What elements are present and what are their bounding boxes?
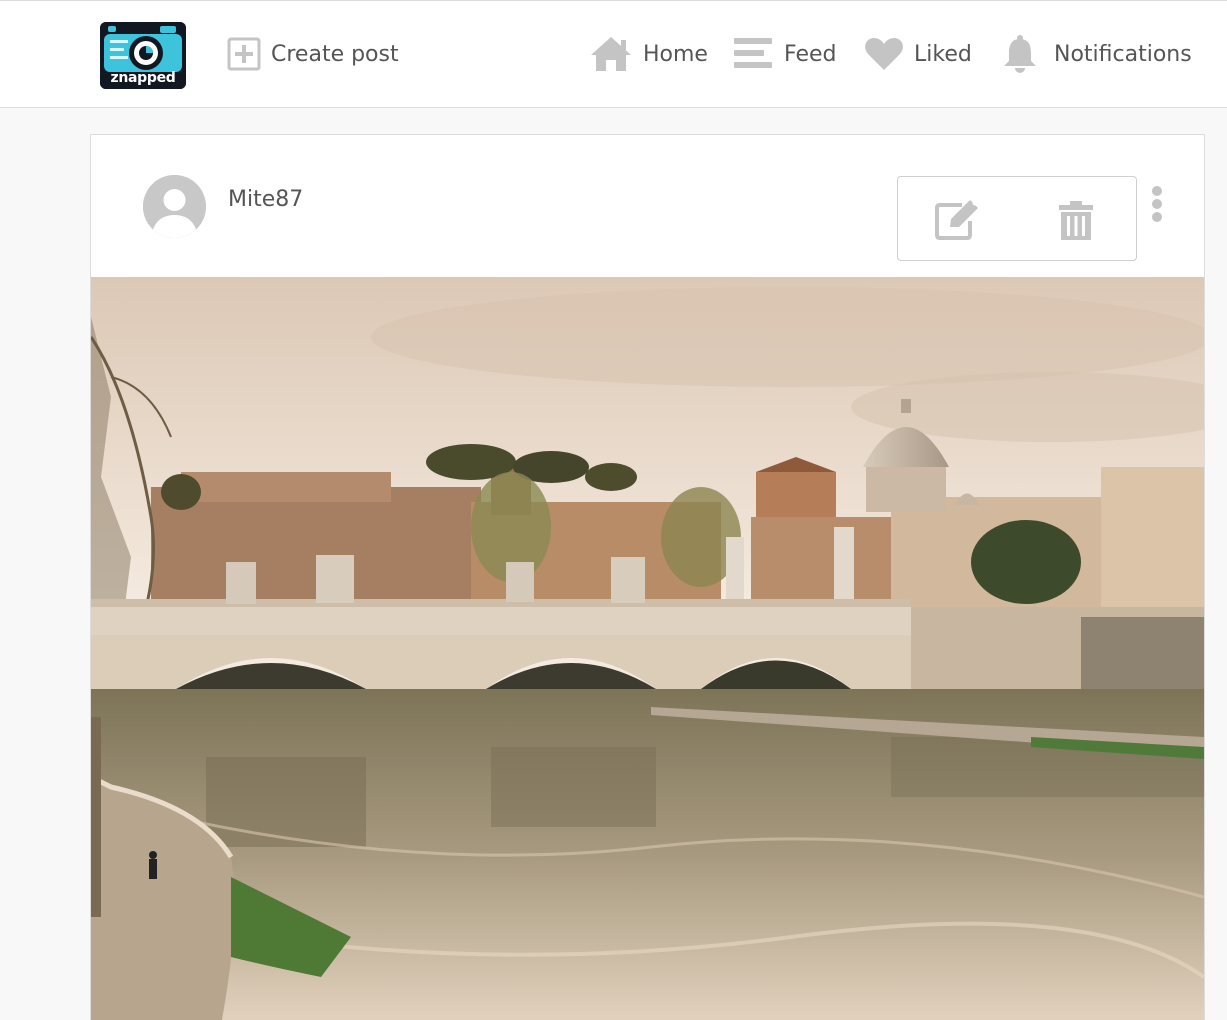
user-avatar[interactable] (143, 175, 206, 238)
nav-create-post-label: Create post (271, 41, 399, 67)
post-card: Mite87 (90, 134, 1205, 1020)
logo-text: znapped (110, 70, 176, 86)
nav-home[interactable]: Home (589, 31, 708, 77)
plus-square-icon (227, 37, 261, 71)
nav-feed[interactable]: Feed (734, 31, 837, 77)
feed-stream-icon (734, 36, 774, 72)
heart-icon (864, 36, 904, 72)
nav-notifications-label: Notifications (1054, 41, 1192, 67)
trash-icon (1059, 201, 1093, 240)
nav-home-label: Home (643, 41, 708, 67)
bell-icon (1002, 34, 1038, 74)
post-photo[interactable] (91, 277, 1204, 1020)
post-more-options-button[interactable] (1148, 185, 1166, 227)
delete-post-button[interactable] (1058, 199, 1094, 241)
default-user-icon (143, 175, 206, 238)
edit-post-button[interactable] (934, 199, 982, 241)
post-username[interactable]: Mite87 (228, 187, 303, 212)
nav-notifications[interactable]: Notifications (1002, 31, 1192, 77)
nav-liked-label: Liked (914, 41, 972, 67)
app-logo[interactable]: znapped (100, 22, 186, 89)
nav-feed-label: Feed (784, 41, 837, 67)
post-actions-menu (897, 176, 1137, 261)
home-icon (589, 35, 633, 73)
edit-icon (935, 200, 978, 240)
nav-create-post[interactable]: Create post (227, 31, 399, 77)
vertical-dots-icon (1152, 186, 1162, 222)
top-navbar: znapped Create post Home Feed Liked Noti… (0, 0, 1227, 108)
nav-liked[interactable]: Liked (864, 31, 972, 77)
